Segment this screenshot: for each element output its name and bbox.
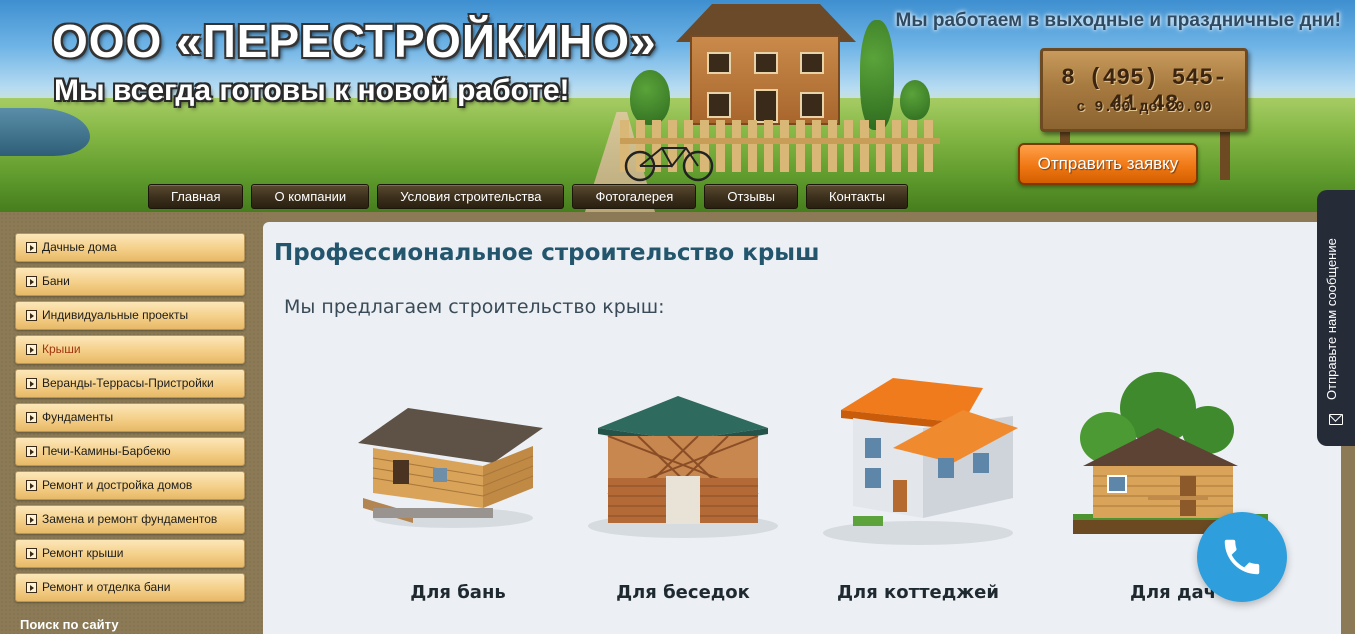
arrow-box-icon bbox=[26, 310, 37, 321]
sidebar-item-individual-projects[interactable]: Индивидуальные проекты bbox=[15, 301, 245, 330]
roof-card-bathhouse[interactable]: Для бань bbox=[353, 368, 563, 618]
sidebar-item-label: Фундаменты bbox=[42, 410, 114, 424]
sidebar-item-label: Веранды-Террасы-Пристройки bbox=[42, 376, 214, 390]
banner-tree bbox=[630, 70, 670, 125]
arrow-box-icon bbox=[26, 480, 37, 491]
phone-icon bbox=[1224, 539, 1260, 575]
page-title: Профессиональное строительство крыш bbox=[274, 240, 820, 266]
call-button[interactable] bbox=[1197, 512, 1287, 602]
banner-house bbox=[690, 35, 840, 125]
arrow-box-icon bbox=[26, 242, 37, 253]
sidebar-item-verandas[interactable]: Веранды-Террасы-Пристройки bbox=[15, 369, 245, 398]
sidebar-item-label: Ремонт крыши bbox=[42, 546, 124, 560]
sidebar-item-house-repair[interactable]: Ремонт и достройка домов bbox=[15, 471, 245, 500]
sidebar-item-label: Ремонт и достройка домов bbox=[42, 478, 193, 492]
site-search-heading: Поиск по сайту bbox=[20, 617, 119, 632]
envelope-icon bbox=[1329, 414, 1343, 425]
nav-item-about[interactable]: О компании bbox=[251, 184, 370, 209]
arrow-box-icon bbox=[26, 378, 37, 389]
arrow-box-icon bbox=[26, 412, 37, 423]
page-lead-text: Мы предлагаем строительство крыш: bbox=[284, 296, 665, 318]
roof-card-gazebo[interactable]: Для беседок bbox=[578, 368, 788, 618]
arrow-box-icon bbox=[26, 446, 37, 457]
card-label[interactable]: Для беседок bbox=[578, 582, 788, 603]
card-label[interactable]: Для коттеджей bbox=[813, 582, 1023, 603]
gazebo-image bbox=[588, 396, 778, 538]
sign-post bbox=[1220, 130, 1230, 180]
nav-item-home[interactable]: Главная bbox=[148, 184, 244, 209]
banner-tree bbox=[900, 80, 930, 120]
sidebar-item-bathhouses[interactable]: Бани bbox=[15, 267, 245, 296]
sidebar-item-label: Замена и ремонт фундаментов bbox=[42, 512, 218, 526]
sidebar-item-roofs[interactable]: Крыши bbox=[15, 335, 245, 364]
sidebar-item-foundation-repair[interactable]: Замена и ремонт фундаментов bbox=[15, 505, 245, 534]
sidebar-item-label: Печи-Камины-Барбекю bbox=[42, 444, 171, 458]
arrow-box-icon bbox=[26, 276, 37, 287]
brand-tagline: Мы всегда готовы к новой работе! bbox=[54, 74, 570, 107]
sidebar-item-label: Индивидуальные проекты bbox=[42, 308, 189, 322]
nav-item-reviews[interactable]: Отзывы bbox=[704, 184, 798, 209]
sidebar-item-label: Ремонт и отделка бани bbox=[42, 580, 171, 594]
sidebar: Дачные дома Бани Индивидуальные проекты … bbox=[0, 212, 262, 634]
card-label[interactable]: Для бань bbox=[353, 582, 563, 603]
brand-title: ООО «ПЕРЕСТРОЙКИНО» bbox=[52, 15, 657, 67]
roof-card-cottage[interactable]: Для коттеджей bbox=[813, 368, 1023, 618]
header-banner: ООО «ПЕРЕСТРОЙКИНО» Мы всегда готовы к н… bbox=[0, 0, 1355, 212]
send-request-button[interactable]: Отправить заявку bbox=[1018, 143, 1198, 185]
main-content: Профессиональное строительство крыш Мы п… bbox=[263, 222, 1341, 634]
nav-item-terms[interactable]: Условия строительства bbox=[377, 184, 565, 209]
contact-sign: 8 (495) 545-41-48 с 9.00 до 20.00 bbox=[1040, 48, 1248, 132]
sidebar-item-label: Крыши bbox=[42, 342, 81, 356]
arrow-box-icon bbox=[26, 344, 37, 355]
sidebar-item-label: Дачные дома bbox=[42, 240, 117, 254]
sidebar-item-bathhouse-finishing[interactable]: Ремонт и отделка бани bbox=[15, 573, 245, 602]
send-message-tab[interactable]: Отправьте нам сообщение bbox=[1317, 190, 1355, 446]
work-schedule-note: Мы работаем в выходные и праздничные дни… bbox=[895, 10, 1341, 31]
sidebar-item-stoves[interactable]: Печи-Камины-Барбекю bbox=[15, 437, 245, 466]
arrow-box-icon bbox=[26, 548, 37, 559]
sidebar-item-roof-repair[interactable]: Ремонт крыши bbox=[15, 539, 245, 568]
banner-bicycle bbox=[624, 147, 714, 182]
banner-tree bbox=[860, 20, 894, 130]
arrow-box-icon bbox=[26, 514, 37, 525]
working-hours: с 9.00 до 20.00 bbox=[1076, 99, 1212, 116]
sidebar-item-foundations[interactable]: Фундаменты bbox=[15, 403, 245, 432]
sidebar-item-label: Бани bbox=[42, 274, 70, 288]
arrow-box-icon bbox=[26, 582, 37, 593]
nav-item-gallery[interactable]: Фотогалерея bbox=[572, 184, 697, 209]
bathhouse-image bbox=[358, 408, 543, 528]
sidebar-item-dacha-houses[interactable]: Дачные дома bbox=[15, 233, 245, 262]
top-navigation: Главная О компании Условия строительства… bbox=[148, 184, 909, 209]
send-message-label: Отправьте нам сообщение bbox=[1324, 238, 1339, 400]
cottage-image bbox=[823, 378, 1018, 545]
nav-item-contacts[interactable]: Контакты bbox=[805, 184, 909, 209]
